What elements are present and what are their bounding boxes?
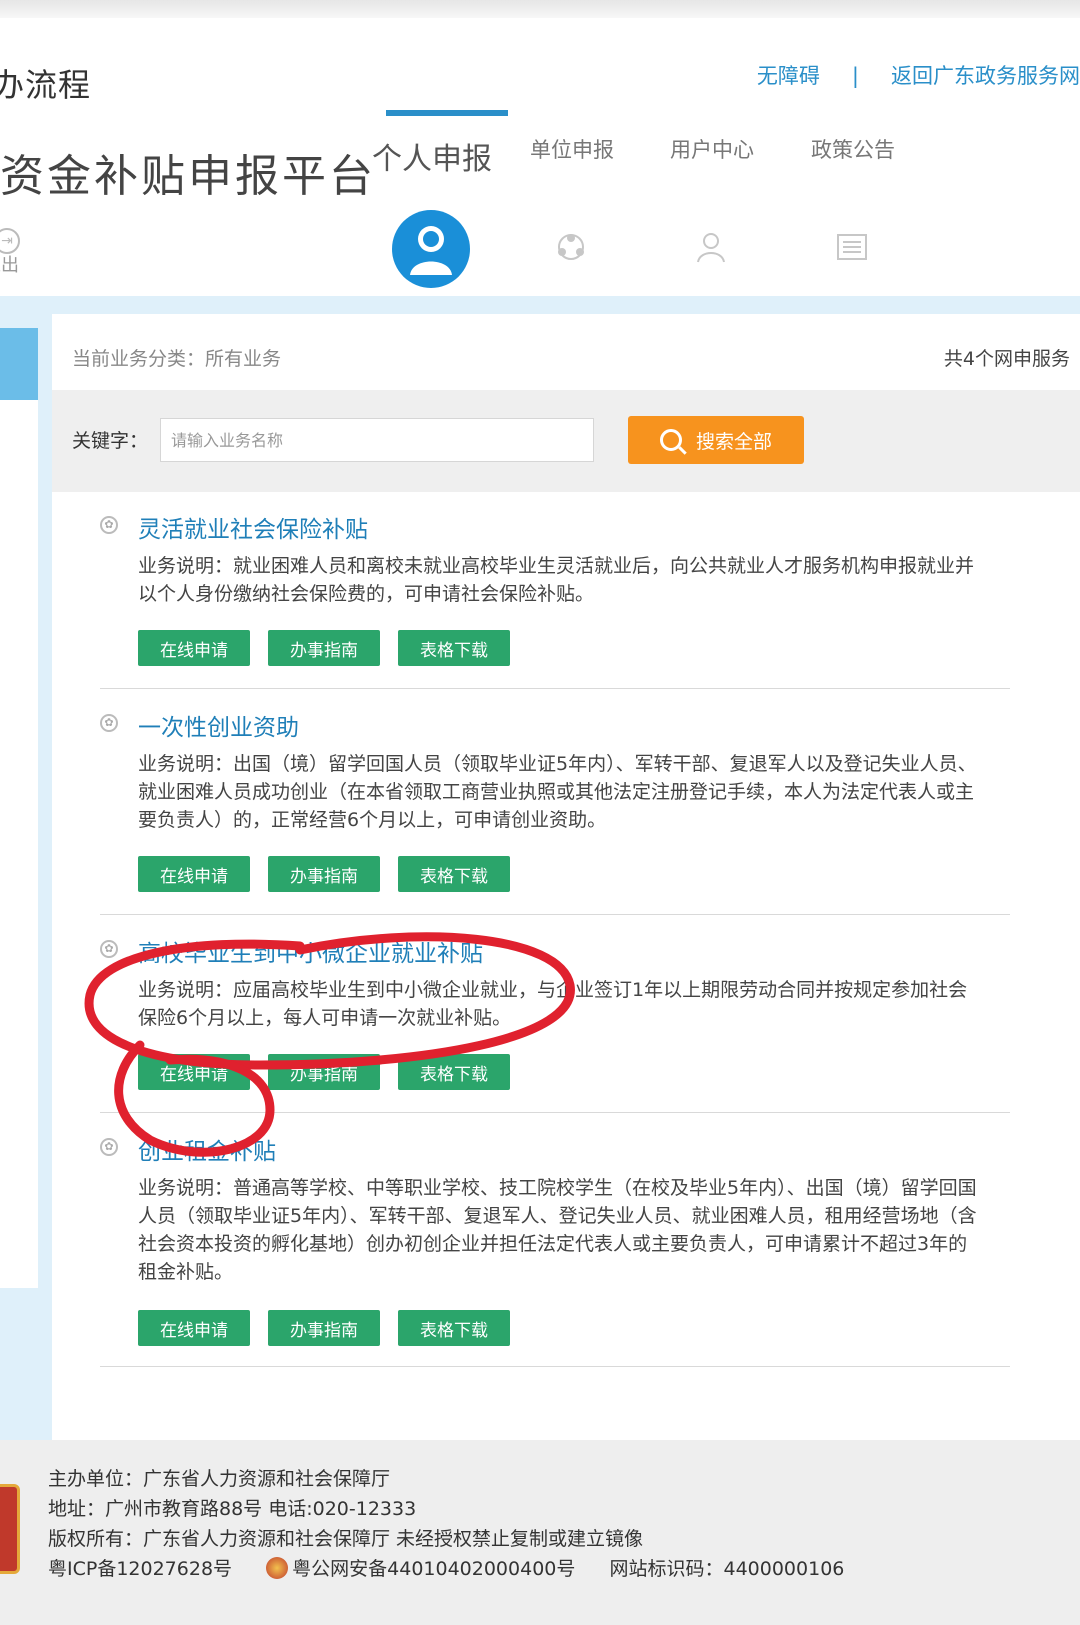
guide-button[interactable]: 办事指南 [268, 1310, 380, 1346]
guide-button[interactable]: 办事指南 [268, 1054, 380, 1090]
category-breadcrumb: 当前业务分类：所有业务 [72, 348, 282, 370]
search-bar: 关键字： 搜索全部 [52, 390, 1080, 492]
divider [100, 914, 1010, 915]
left-sidebar-active[interactable] [0, 328, 38, 400]
footer-registrations: 粤ICP备12027628号 粤公网安备44010402000400号 网站标识… [48, 1554, 844, 1581]
service-actions: 在线申请 办事指南 表格下载 [138, 856, 510, 892]
link-separator: | [851, 64, 859, 88]
service-title[interactable]: 一次性创业资助 [138, 708, 299, 742]
form-download-button[interactable]: 表格下载 [398, 630, 510, 666]
form-download-button[interactable]: 表格下载 [398, 856, 510, 892]
header-bottom-band [0, 296, 1080, 314]
bullet-icon: ✿ [100, 516, 118, 534]
site-title: 资金补贴申报平台 [0, 151, 376, 202]
tab-user-center[interactable]: 用户中心 [670, 134, 754, 164]
user-center-icon[interactable] [694, 230, 728, 264]
keyword-label: 关键字： [72, 430, 149, 452]
search-icon [659, 429, 682, 451]
service-item: ✿ 创业租金补贴 业务说明：普通高等学校、中等职业学校、技工院校学生（在校及毕业… [100, 1132, 1020, 1362]
company-icon[interactable] [554, 230, 588, 264]
header-small-title: 办流程 [0, 66, 92, 104]
policy-icon[interactable] [835, 230, 869, 264]
online-apply-button[interactable]: 在线申请 [138, 856, 250, 892]
divider [100, 1366, 1010, 1367]
divider [100, 688, 1010, 689]
footer-sponsor: 主办单位：广东省人力资源和社会保障厅 [48, 1468, 391, 1490]
service-item: ✿ 灵活就业社会保险补贴 业务说明：就业困难人员和离校未就业高校毕业生灵活就业后… [100, 510, 1020, 680]
icp-record-link[interactable]: 粤ICP备12027628号 [48, 1558, 232, 1580]
footer-address: 地址：广州市教育路88号 电话:020-12333 [48, 1498, 417, 1520]
nav-active-indicator [386, 110, 508, 116]
footer-copyright: 版权所有：广东省人力资源和社会保障厅 未经授权禁止复制或建立镜像 [48, 1528, 644, 1550]
personal-user-icon[interactable] [392, 210, 470, 288]
online-apply-button[interactable]: 在线申请 [138, 1054, 250, 1090]
service-actions: 在线申请 办事指南 表格下载 [138, 1054, 510, 1090]
bullet-icon: ✿ [100, 714, 118, 732]
keyword-input[interactable] [160, 418, 594, 462]
site-header: 办流程 无障碍 | 返回广东政务服务网 资金补贴申报平台 个人申报 单位申报 用户中… [0, 18, 1080, 318]
tab-policy[interactable]: 政策公告 [811, 134, 895, 164]
police-record-link[interactable]: 粤公网安备44010402000400号 [292, 1558, 575, 1580]
service-actions: 在线申请 办事指南 表格下载 [138, 1310, 510, 1346]
police-badge-icon [266, 1557, 289, 1579]
search-all-button[interactable]: 搜索全部 [628, 416, 804, 464]
service-description: 业务说明：应届高校毕业生到中小微企业就业，与企业签订1年以上期限劳动合同并按规定… [138, 979, 968, 1029]
logout-label: 退出 [0, 255, 19, 276]
nav-icon-row: ⇥ 退出 [0, 210, 1080, 300]
online-apply-button[interactable]: 在线申请 [138, 630, 250, 666]
logout-icon: ⇥ [0, 228, 20, 254]
service-title[interactable]: 高校毕业生到中小微企业就业补贴 [138, 934, 483, 968]
service-count: 共4个网申服务 [943, 348, 1070, 370]
guide-button[interactable]: 办事指南 [268, 856, 380, 892]
bullet-icon: ✿ [100, 940, 118, 958]
divider [100, 1112, 1010, 1113]
left-sidebar [0, 328, 38, 1288]
service-description: 业务说明：普通高等学校、中等职业学校、技工院校学生（在校及毕业5年内）、出国（境… [138, 1177, 977, 1283]
form-download-button[interactable]: 表格下载 [398, 1054, 510, 1090]
service-description: 业务说明：出国（境）留学回国人员（领取毕业证5年内）、军转干部、复退军人以及登记… [138, 753, 977, 831]
tab-personal[interactable]: 个人申报 [372, 134, 492, 178]
service-actions: 在线申请 办事指南 表格下载 [138, 630, 510, 666]
form-download-button[interactable]: 表格下载 [398, 1310, 510, 1346]
service-item: ✿ 高校毕业生到中小微企业就业补贴 业务说明：应届高校毕业生到中小微企业就业，与… [100, 934, 1020, 1104]
top-strip [0, 0, 1080, 18]
service-description: 业务说明：就业困难人员和离校未就业高校毕业生灵活就业后，向公共就业人才服务机构申… [138, 555, 975, 605]
national-emblem-icon [0, 1484, 20, 1574]
site-code: 网站标识码：4400000106 [609, 1558, 845, 1580]
site-footer: 主办单位：广东省人力资源和社会保障厅 地址：广州市教育路88号 电话:020-1… [0, 1440, 1080, 1625]
logout-button[interactable]: ⇥ 退出 [0, 228, 22, 278]
guide-button[interactable]: 办事指南 [268, 630, 380, 666]
tab-company[interactable]: 单位申报 [530, 134, 614, 164]
service-item: ✿ 一次性创业资助 业务说明：出国（境）留学回国人员（领取毕业证5年内）、军转干… [100, 708, 1020, 898]
service-title[interactable]: 灵活就业社会保险补贴 [138, 510, 368, 544]
accessibility-link[interactable]: 无障碍 [757, 60, 820, 90]
top-links: 无障碍 | 返回广东政务服务网 [757, 60, 1080, 90]
service-title[interactable]: 创业租金补贴 [138, 1132, 276, 1166]
back-to-portal-link[interactable]: 返回广东政务服务网 [891, 60, 1080, 90]
main-content: 当前业务分类：所有业务 共4个网申服务 关键字： 搜索全部 ✿ 灵活就业社会保险… [52, 328, 1080, 1440]
online-apply-button[interactable]: 在线申请 [138, 1310, 250, 1346]
search-button-label: 搜索全部 [695, 430, 772, 453]
bullet-icon: ✿ [100, 1138, 118, 1156]
